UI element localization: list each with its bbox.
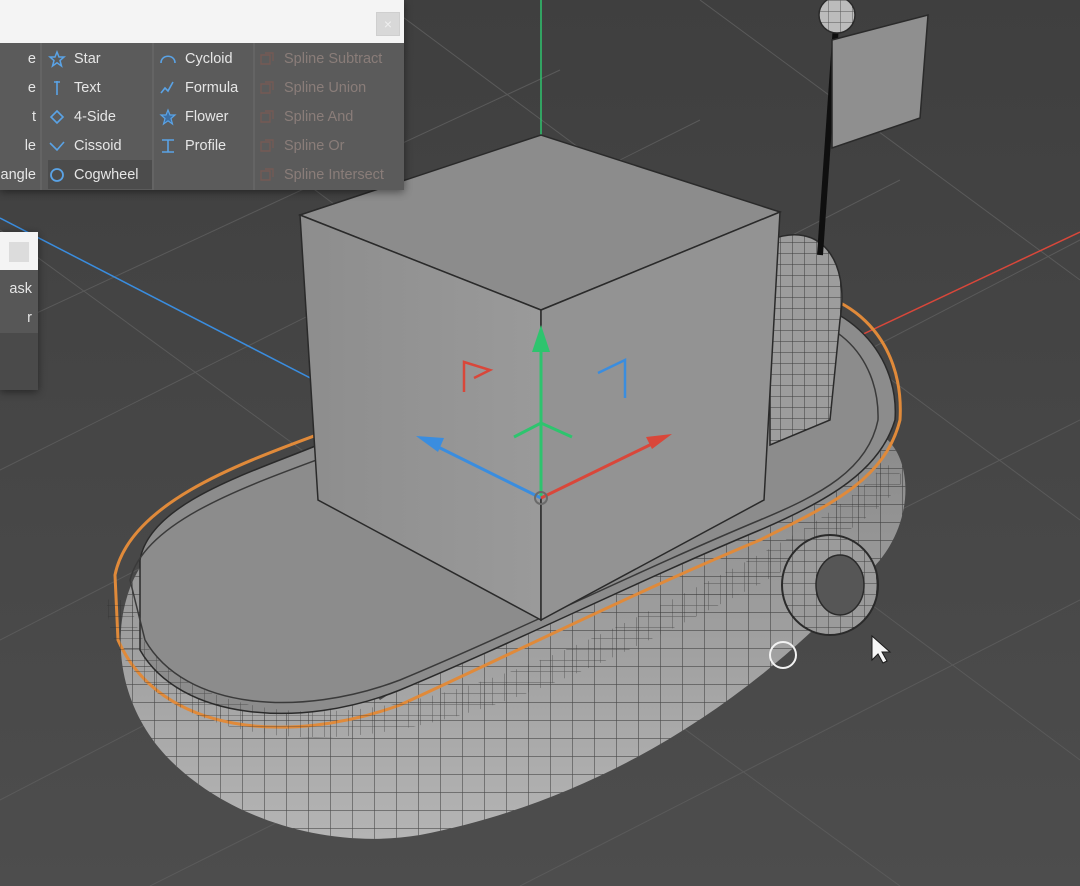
palette-item-label: angle bbox=[0, 166, 36, 183]
cissoid-icon bbox=[48, 137, 66, 155]
palette-item-4-side[interactable]: 4-Side bbox=[48, 102, 152, 131]
palette-item-spline-union[interactable]: Spline Union bbox=[258, 73, 404, 102]
palette-item-label: Flower bbox=[185, 108, 229, 125]
palette-item-label: Text bbox=[74, 79, 101, 96]
cycloid-icon bbox=[159, 50, 177, 68]
palette-item-spline-or[interactable]: Spline Or bbox=[258, 131, 404, 160]
palette-item-flower[interactable]: Flower bbox=[159, 102, 253, 131]
spline-union-icon bbox=[258, 79, 276, 97]
profile-icon bbox=[159, 137, 177, 155]
palette-item-spline-and[interactable]: Spline And bbox=[258, 102, 404, 131]
palette-item-label: e bbox=[27, 50, 36, 67]
palette-item-e[interactable]: e bbox=[0, 44, 40, 73]
formula-icon bbox=[159, 79, 177, 97]
palette-item-label: le bbox=[24, 137, 36, 154]
palette-item-label: Spline Subtract bbox=[284, 50, 383, 67]
diamond-icon bbox=[48, 108, 66, 126]
spline-palette: × e e t le angle Star Text 4-Side Cissoid Cogwhee… bbox=[0, 0, 404, 190]
palette-item-cissoid[interactable]: Cissoid bbox=[48, 131, 152, 160]
palette-item-label: Spline Intersect bbox=[284, 166, 384, 183]
palette-item-label: Star bbox=[74, 50, 101, 67]
palette-item-angle[interactable]: angle bbox=[0, 160, 40, 189]
secondary-palette-item[interactable]: r bbox=[0, 304, 38, 333]
porthole bbox=[781, 534, 879, 636]
palette-item-profile[interactable]: Profile bbox=[159, 131, 253, 160]
palette-item-spline-subtract[interactable]: Spline Subtract bbox=[258, 44, 404, 73]
close-icon[interactable] bbox=[9, 242, 29, 262]
secondary-palette: ask r bbox=[0, 232, 38, 390]
palette-item-label: Spline And bbox=[284, 108, 354, 125]
palette-item-label: Formula bbox=[185, 79, 239, 96]
palette-item-cycloid[interactable]: Cycloid bbox=[159, 44, 253, 73]
palette-item-cogwheel[interactable]: Cogwheel bbox=[48, 160, 152, 189]
palette-item-label: Spline Union bbox=[284, 79, 367, 96]
flower-icon bbox=[159, 107, 177, 126]
palette-item-label: Cogwheel bbox=[74, 166, 139, 183]
close-icon[interactable]: × bbox=[376, 12, 400, 36]
palette-item-star[interactable]: Star bbox=[48, 44, 152, 73]
palette-item-e[interactable]: e bbox=[0, 73, 40, 102]
spline-and-icon bbox=[258, 108, 276, 126]
secondary-palette-titlebar[interactable] bbox=[0, 232, 38, 270]
palette-item-label: Spline Or bbox=[284, 137, 345, 154]
palette-item-formula[interactable]: Formula bbox=[159, 73, 253, 102]
palette-item-label: Cycloid bbox=[185, 50, 233, 67]
palette-item-spline-intersect[interactable]: Spline Intersect bbox=[258, 160, 404, 189]
palette-titlebar[interactable]: × bbox=[0, 0, 404, 43]
cogwheel-icon bbox=[48, 166, 66, 184]
text-icon bbox=[48, 79, 66, 97]
rear-dome bbox=[769, 234, 843, 447]
spline-intersect-icon bbox=[258, 166, 276, 184]
palette-item-label: Cissoid bbox=[74, 137, 122, 154]
star-icon bbox=[48, 49, 66, 68]
palette-item-t[interactable]: t bbox=[0, 102, 40, 131]
palette-item-le[interactable]: le bbox=[0, 131, 40, 160]
spline-or-icon bbox=[258, 137, 276, 155]
palette-item-label: Profile bbox=[185, 137, 227, 154]
secondary-palette-item[interactable]: ask bbox=[0, 275, 38, 304]
palette-item-label: 4-Side bbox=[74, 108, 116, 125]
palette-item-label: e bbox=[27, 79, 36, 96]
palette-item-text[interactable]: Text bbox=[48, 73, 152, 102]
spline-subtract-icon bbox=[258, 50, 276, 68]
palette-item-label: t bbox=[31, 108, 36, 125]
